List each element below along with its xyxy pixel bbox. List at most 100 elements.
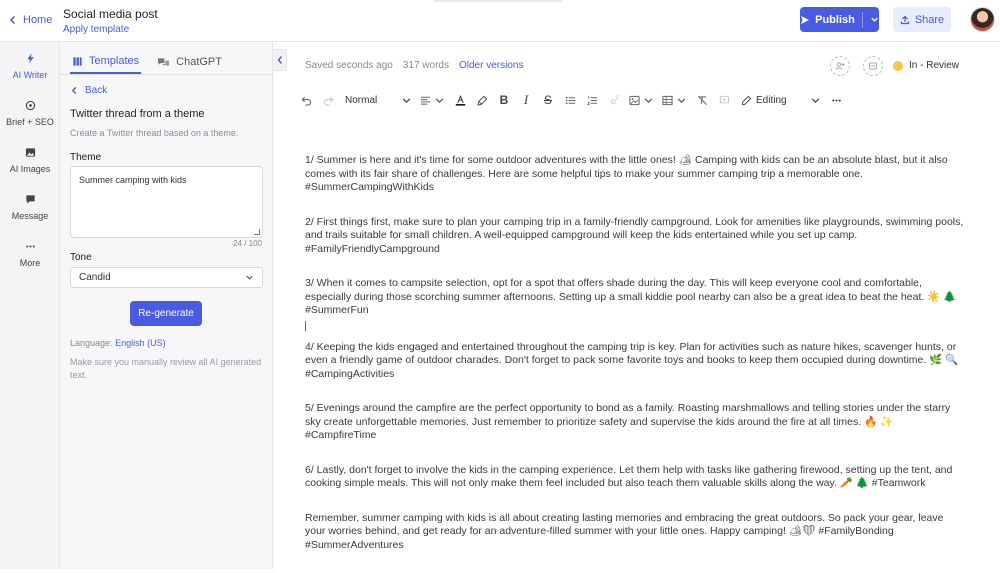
template-subtitle: Create a Twitter thread based on a theme… [70,128,239,138]
language-line: Language: English (US) [70,338,166,348]
user-plus-icon [835,62,845,70]
rail-item-more[interactable]: More [0,241,60,268]
language-link[interactable]: English (US) [115,338,166,348]
rail-item-ai-images[interactable]: AI Images [0,147,60,174]
home-label: Home [23,14,53,26]
top-divider [433,0,563,2]
paragraph: 6/ Lastly, don't forget to involve the k… [305,463,953,490]
pencil-icon [741,95,752,105]
strikethrough-button[interactable]: S [541,92,555,108]
editor-toolbar: Normal B I S Editing [299,92,851,108]
paragraph: 1/ Summer is here and it's time for some… [305,154,948,193]
top-bar: Home Social media post Apply template Pu… [0,0,1000,42]
collapse-panel-button[interactable] [273,49,287,71]
undo-button[interactable] [299,92,313,108]
bullet-list-icon [565,96,575,104]
panel-tabs: Templates ChatGPT [70,50,238,74]
chevron-down-icon [435,97,444,103]
clear-format-button[interactable] [695,92,709,108]
italic-button[interactable]: I [519,92,533,108]
apply-template-link[interactable]: Apply template [63,24,129,35]
regenerate-button[interactable]: Re-generate [130,301,202,326]
saved-status: Saved seconds ago [305,60,393,71]
redo-icon [323,96,333,106]
chat-bubbles-icon [158,57,170,67]
text-style-value: Normal [345,94,378,106]
chevron-left-icon [71,86,77,95]
share-button[interactable]: Share [893,7,951,32]
tab-templates[interactable]: Templates [70,50,142,74]
chevron-down-icon [402,97,411,103]
editing-mode-value: Editing [756,94,787,106]
chevron-down-icon [246,275,253,280]
rail-item-ai-writer[interactable]: AI Writer [0,53,60,80]
assign-button[interactable] [863,56,883,76]
paragraph: Remember, summer camping with kids is al… [305,511,944,551]
image-insert-button[interactable] [629,92,654,108]
rail-label: AI Images [9,164,51,174]
more-icon [831,98,841,102]
publish-label: Publish [815,13,855,26]
review-label: In - Review [909,60,960,71]
publish-divider [861,11,863,28]
bold-button[interactable]: B [497,92,511,108]
text-style-select[interactable]: Normal [345,92,412,108]
target-icon [25,100,35,111]
template-title: Twitter thread from a theme [70,108,205,120]
image-icon [25,148,35,157]
table-icon [662,95,673,105]
user-avatar[interactable] [970,7,995,32]
clear-format-icon [697,95,707,105]
numbered-list-icon [586,95,597,105]
chevron-down-icon [644,97,653,103]
resize-grip[interactable] [254,229,260,235]
send-icon [801,15,810,24]
publish-button[interactable]: Publish [800,7,879,32]
highlight-button[interactable] [475,92,489,108]
text-color-button[interactable] [453,92,467,108]
back-label: Back [85,85,108,96]
highlighter-icon [476,95,487,106]
tone-select[interactable]: Candid [70,267,263,288]
assign-icon [869,62,877,70]
paragraph: 4/ Keeping the kids engaged and entertai… [305,340,959,380]
add-collaborator-button[interactable] [830,56,850,76]
template-panel: Templates ChatGPT Back Twitter thread fr… [60,42,273,569]
templates-icon [73,56,82,66]
rail-item-message[interactable]: Message [0,194,60,221]
older-versions-link[interactable]: Older versions [459,60,523,71]
home-link[interactable]: Home [8,14,52,26]
numbered-list-button[interactable] [585,92,599,108]
back-link[interactable]: Back [70,85,107,96]
chat-icon [25,195,35,204]
tab-chatgpt[interactable]: ChatGPT [155,50,224,74]
more-options-button[interactable] [829,92,843,108]
theme-label: Theme [70,152,102,163]
rail-label: Brief + SEO [6,117,54,127]
align-button[interactable] [420,92,445,108]
comment-icon [719,95,729,103]
rail-label: AI Writer [12,70,48,80]
document-title[interactable]: Social media post [63,7,158,21]
language-prefix: Language: [70,338,113,348]
link-button[interactable] [607,92,621,108]
char-counter: 24 / 100 [233,239,262,248]
undo-icon [301,96,311,106]
chevron-down-icon[interactable] [870,15,879,24]
paragraph: 3/ When it comes to campsite selection, … [305,277,957,316]
theme-input[interactable]: Summer camping with kids [70,166,263,238]
theme-value: Summer camping with kids [79,175,187,185]
italic-icon: I [523,92,529,107]
review-status[interactable]: In - Review [893,60,959,71]
comment-button[interactable] [717,92,731,108]
tone-label: Tone [70,252,92,263]
bullet-list-button[interactable] [563,92,577,108]
editor-content[interactable]: 1/ Summer is here and it's time for some… [305,154,965,573]
table-button[interactable] [662,92,687,108]
more-icon [25,245,35,248]
tone-value: Candid [79,272,111,283]
tabs-divider [60,74,273,75]
editing-mode-select[interactable]: Editing [741,92,821,108]
rail-item-brief-seo[interactable]: Brief + SEO [0,100,60,127]
redo-button[interactable] [321,92,335,108]
